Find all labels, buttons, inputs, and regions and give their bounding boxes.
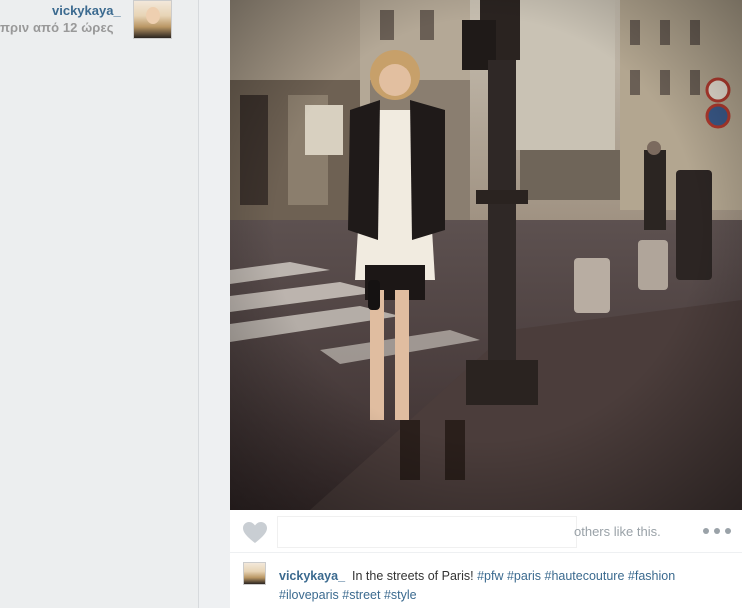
hashtag-pfw[interactable]: #pfw (477, 569, 503, 583)
likes-text[interactable]: others like this. (574, 524, 661, 539)
post-photo[interactable] (230, 0, 742, 510)
profile-avatar[interactable] (133, 0, 172, 39)
caption-avatar[interactable] (243, 562, 266, 585)
post-actions-bar: others like this. (230, 512, 742, 553)
hashtag-paris[interactable]: #paris (507, 569, 541, 583)
more-icon[interactable] (702, 526, 732, 536)
hashtag-style[interactable]: #style (384, 588, 417, 602)
hashtag-hautecouture[interactable]: #hautecouture (545, 569, 625, 583)
hashtag-fashion[interactable]: #fashion (628, 569, 675, 583)
caption-username[interactable]: vickykaya_ (279, 569, 345, 583)
username-link[interactable]: vickykaya_ (52, 3, 121, 18)
post-caption: vickykaya_ In the streets of Paris! #pfw… (230, 553, 742, 608)
hashtag-street[interactable]: #street (342, 588, 380, 602)
caption-text: vickykaya_ In the streets of Paris! #pfw… (279, 567, 734, 605)
post-timestamp: πριν από 12 ώρες (0, 20, 114, 35)
caption-body: In the streets of Paris! (352, 569, 474, 583)
likes-area (277, 516, 577, 548)
street-photo-illustration (230, 0, 742, 510)
gutter (199, 0, 230, 608)
heart-icon[interactable] (242, 521, 268, 545)
post-card: others like this. vickykaya_ In the stre… (230, 0, 742, 608)
hashtag-iloveparis[interactable]: #iloveparis (279, 588, 339, 602)
left-panel: vickykaya_ πριν από 12 ώρες (0, 0, 198, 608)
